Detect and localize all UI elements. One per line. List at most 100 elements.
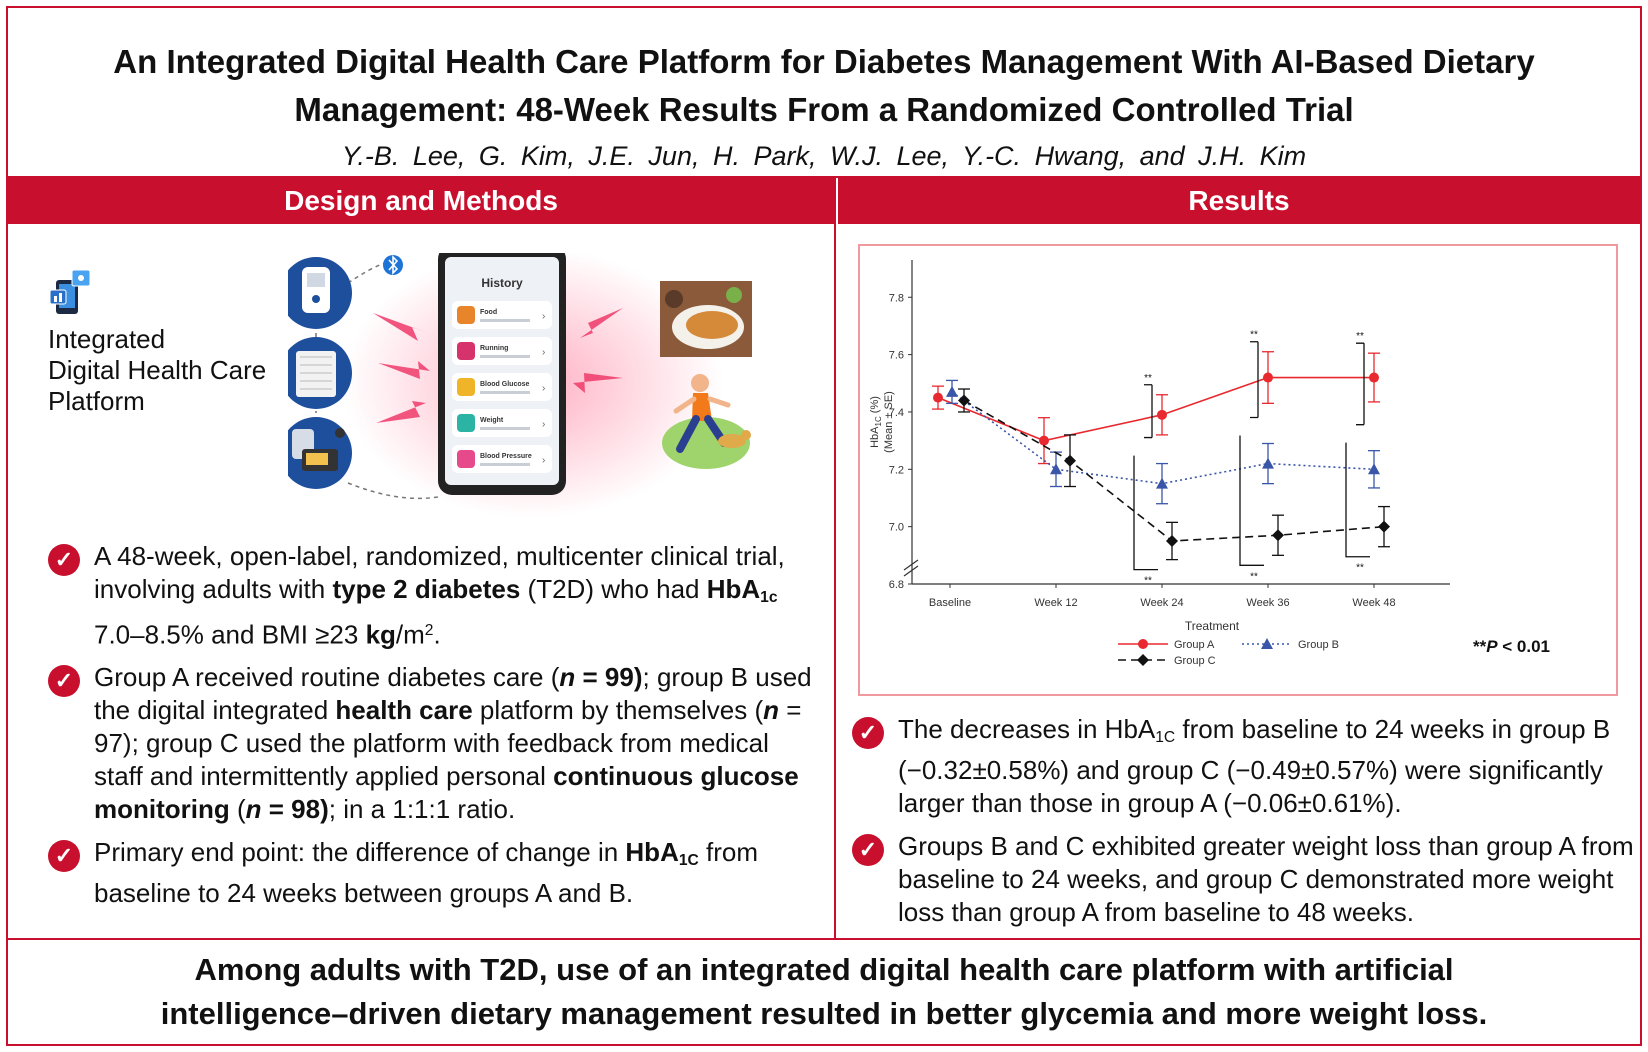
methods-emphasis: = 98)	[261, 794, 329, 825]
chevron-right-icon: ›	[542, 383, 545, 394]
significance-bracket-a-b	[1356, 342, 1365, 426]
series-group-c-point	[1166, 534, 1178, 547]
food-photo	[660, 281, 752, 357]
series-group-c-point	[1272, 529, 1284, 542]
platform-illustration: History Food › Running › Blood Glucose › Weigh…	[288, 253, 752, 518]
methods-text: ; in a 1:1:1 ratio.	[328, 794, 516, 825]
poster-frame: An Integrated Digital Health Care Platfo…	[6, 6, 1642, 1046]
series-group-b-point	[1050, 463, 1062, 475]
x-tick-label: Week 36	[1246, 597, 1289, 609]
significance-bracket-a-b	[1250, 341, 1259, 419]
results-bullet-1: ✓ The decreases in HbA1C from baseline t…	[834, 713, 1640, 820]
methods-emphasis: type 2 diabetes	[332, 574, 521, 604]
methods-text: Primary end point: the difference of cha…	[94, 837, 626, 868]
main-title-line-1: An Integrated Digital Health Care Platfo…	[113, 43, 1535, 80]
platform-label: Integrated Digital Health Care Platform	[48, 324, 288, 417]
significance-bracket-a-c	[1239, 435, 1264, 566]
hba1c-label: HbA	[625, 837, 679, 868]
phone-row-label: Blood Pressure	[480, 453, 532, 460]
axis-break-mark	[903, 559, 919, 577]
author-list: Y.-B. Lee, G. Kim, J.E. Jun, H. Park, W.…	[341, 141, 1307, 171]
methods-text: .	[433, 619, 441, 650]
y-tick-label: 7.8	[889, 292, 904, 304]
phone-row-icon	[457, 450, 475, 468]
x-tick-label: Week 48	[1352, 597, 1395, 609]
bluetooth-icon	[383, 255, 403, 275]
phone-row-detail	[480, 463, 530, 466]
series-group-c-point	[1064, 454, 1076, 467]
y-tick-label: 6.8	[889, 579, 904, 591]
conclusion-line-1: Among adults with T2D, use of an integra…	[194, 952, 1454, 987]
platform-label-line-2: Digital Health Care	[48, 355, 288, 386]
phone-row-icon	[457, 342, 475, 360]
series-group-a-point	[1039, 435, 1049, 446]
phone-row-detail	[480, 391, 530, 394]
blood-pressure-monitor-icon	[288, 417, 352, 489]
results-bullet-list: ✓ The decreases in HbA1C from baseline t…	[834, 713, 1640, 939]
platform-label-line-1: Integrated	[48, 324, 166, 354]
significance-marker: **	[1250, 571, 1258, 582]
phone-history-title: History	[481, 276, 523, 290]
phone-row-icon	[457, 306, 475, 324]
series-group-a-point	[1263, 372, 1273, 383]
series-group-a-point	[1157, 409, 1167, 420]
methods-text: (T2D) who had	[520, 574, 707, 604]
series-group-b-line	[951, 391, 1375, 485]
significance-bracket-a-c	[1345, 442, 1370, 558]
phone-row-label: Running	[480, 345, 508, 352]
x-tick-label: Week 12	[1034, 597, 1077, 609]
significance-marker: **	[1144, 373, 1152, 384]
legend-swatch-marker	[1137, 654, 1149, 666]
methods-emphasis: kg	[365, 619, 396, 650]
significance-marker: **	[1144, 576, 1152, 587]
phone-row-label: Food	[480, 309, 497, 316]
significance-bracket-a-c	[1133, 455, 1158, 571]
conclusion: Among adults with T2D, use of an integra…	[8, 948, 1640, 1036]
methods-text: 7.0–8.5% and BMI ≥23	[94, 619, 366, 650]
methods-bullet-3: ✓ Primary end point: the difference of c…	[30, 836, 820, 910]
phone-row-detail	[480, 319, 530, 322]
chevron-right-icon: ›	[542, 347, 545, 358]
hba1c-subscript: 1C	[1155, 728, 1176, 746]
legend-swatch-marker	[1138, 639, 1148, 649]
hba1c-label: HbA	[1104, 714, 1156, 744]
y-axis-label: HbA1C (%)	[869, 396, 883, 448]
significance-marker: **	[1356, 331, 1364, 342]
legend-title: Treatment	[1185, 619, 1240, 633]
methods-emphasis: = 99)	[575, 662, 643, 693]
conclusion-divider	[8, 938, 1640, 940]
chevron-right-icon: ›	[542, 455, 545, 466]
main-title-line-2: Management: 48-Week Results From a Rando…	[294, 91, 1354, 128]
phone-row-label: Weight	[480, 417, 504, 424]
title-block: An Integrated Digital Health Care Platfo…	[8, 8, 1640, 178]
x-tick-label: Baseline	[929, 597, 971, 609]
methods-text: (	[229, 794, 246, 825]
series-group-a-line	[937, 376, 1374, 442]
results-bullet-2: ✓ Groups B and C exhibited greater weigh…	[834, 830, 1640, 929]
significance-bracket-a-b	[1144, 384, 1153, 439]
main-title: An Integrated Digital Health Care Platfo…	[8, 8, 1640, 134]
hba1c-chart: 6.8 7.0 7.2 7.4 7.6 7.8 Baseline Week 12 Week 24…	[858, 244, 1618, 696]
platform-label-line-3: Platform	[48, 386, 145, 416]
hba1c-label: HbA	[706, 574, 761, 604]
series-group-c-line	[963, 399, 1385, 542]
check-icon: ✓	[48, 665, 80, 698]
n-label: n	[763, 695, 780, 726]
check-icon: ✓	[48, 544, 80, 576]
phone-row-icon	[457, 414, 475, 432]
y-tick-label: 7.0	[889, 522, 904, 534]
methods-text: /m	[395, 619, 425, 650]
methods-text: platform by themselves (	[472, 695, 764, 726]
hba1c-chart-svg: 6.87.07.27.47.67.8Baseline Week 12 Week 24…	[869, 260, 1550, 667]
methods-emphasis: health care	[335, 695, 473, 726]
p-value-note: **P < 0.01	[1473, 637, 1550, 656]
significance-marker: **	[1356, 563, 1364, 574]
check-icon: ✓	[852, 833, 884, 866]
legend-label: Group A	[1174, 639, 1215, 651]
check-icon: ✓	[48, 840, 80, 873]
phone-row-icon	[457, 378, 475, 396]
series-group-a-point	[933, 392, 943, 403]
n-label: n	[245, 794, 262, 825]
design-methods-header: Design and Methods	[8, 178, 834, 224]
legend-label: Group B	[1298, 639, 1339, 651]
